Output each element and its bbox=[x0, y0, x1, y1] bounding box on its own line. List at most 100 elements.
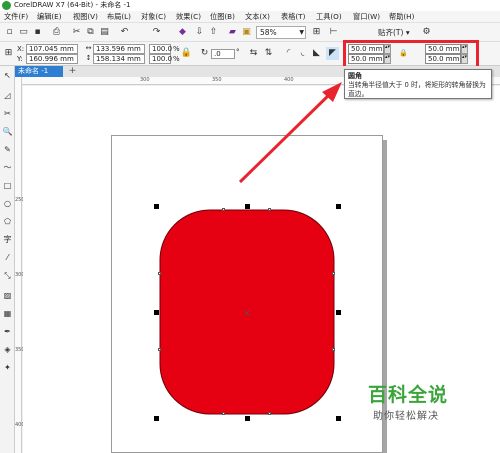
new-document-icon[interactable]: ▫ bbox=[3, 26, 16, 39]
crop-tool-icon[interactable]: ✂ bbox=[2, 108, 13, 119]
zoom-tool-icon[interactable]: 🔍 bbox=[2, 126, 13, 137]
shape-node[interactable] bbox=[268, 412, 271, 415]
rotation-angle-field[interactable]: .0 bbox=[211, 49, 235, 59]
zoom-level-value: 58% bbox=[260, 28, 277, 37]
rectangle-tool-icon[interactable]: □ bbox=[2, 180, 13, 191]
selection-handle[interactable] bbox=[245, 204, 250, 209]
show-rulers-icon[interactable]: ⊢ bbox=[327, 26, 340, 39]
shape-node[interactable] bbox=[332, 272, 335, 275]
chevron-down-icon: ▼ bbox=[299, 29, 304, 36]
shape-node[interactable] bbox=[222, 412, 225, 415]
selection-handle[interactable] bbox=[336, 204, 341, 209]
menu-table[interactable]: 表格(T) bbox=[281, 11, 305, 23]
selection-handle[interactable] bbox=[336, 416, 341, 421]
menu-file[interactable]: 文件(F) bbox=[4, 11, 28, 23]
menu-layout[interactable]: 布局(L) bbox=[107, 11, 131, 23]
eyedropper-tool-icon[interactable]: ✒ bbox=[2, 326, 13, 337]
scalloped-corner-icon[interactable]: ◟ bbox=[296, 47, 309, 60]
height-field[interactable]: 158.134 mm bbox=[93, 54, 145, 64]
smart-fill-tool-icon[interactable]: ✦ bbox=[2, 362, 13, 373]
menu-text[interactable]: 文本(X) bbox=[245, 11, 270, 23]
shape-node[interactable] bbox=[268, 208, 271, 211]
snap-to-label: 贴齐(T) bbox=[378, 28, 404, 37]
pick-tool-icon[interactable]: ↖ bbox=[2, 70, 13, 81]
y-position-field[interactable]: 160.996 mm bbox=[26, 54, 78, 64]
zoom-level-select[interactable]: 58% ▼ bbox=[256, 26, 306, 39]
shape-node[interactable] bbox=[222, 208, 225, 211]
menu-help[interactable]: 帮助(H) bbox=[389, 11, 414, 23]
x-position-field[interactable]: 107.045 mm bbox=[26, 44, 78, 54]
selection-handle[interactable] bbox=[154, 204, 159, 209]
shape-node[interactable] bbox=[158, 348, 161, 351]
corner-type-active-icon[interactable]: ◤ bbox=[326, 47, 339, 60]
cut-icon[interactable]: ✂ bbox=[70, 26, 83, 39]
menu-bar: 文件(F) 编辑(E) 视图(V) 布局(L) 对象(C) 效果(C) 位图(B… bbox=[0, 11, 500, 23]
ruler-tick-label: 300 bbox=[140, 77, 150, 83]
menu-window[interactable]: 窗口(W) bbox=[353, 11, 380, 23]
percent-label: % bbox=[173, 55, 180, 63]
corner-radius-tooltip: 圆角 当转角半径值大于 0 时，将矩形的转角替换为直边。 bbox=[344, 69, 492, 99]
scale-height-field[interactable]: 100.0 bbox=[149, 54, 172, 64]
shape-node[interactable] bbox=[158, 272, 161, 275]
save-icon[interactable]: ▪ bbox=[31, 26, 44, 39]
print-icon[interactable]: ⎙ bbox=[50, 26, 63, 39]
options-gear-icon[interactable]: ⚙ bbox=[420, 26, 433, 39]
percent-label: % bbox=[173, 45, 180, 53]
menu-tools[interactable]: 工具(O) bbox=[316, 11, 342, 23]
import-icon[interactable]: ⇩ bbox=[193, 26, 206, 39]
chamfered-corner-icon[interactable]: ◣ bbox=[310, 47, 323, 60]
freehand-tool-icon[interactable]: ✎ bbox=[2, 144, 13, 155]
selection-handle[interactable] bbox=[154, 310, 159, 315]
scale-width-field[interactable]: 100.0 bbox=[149, 44, 172, 54]
selection-handle[interactable] bbox=[336, 310, 341, 315]
ellipse-tool-icon[interactable]: ○ bbox=[2, 198, 13, 209]
document-tab[interactable]: 未命名 -1 bbox=[15, 66, 63, 77]
export-icon[interactable]: ⇧ bbox=[207, 26, 220, 39]
text-tool-icon[interactable]: 字 bbox=[2, 234, 13, 245]
full-screen-icon[interactable]: ⊞ bbox=[310, 26, 323, 39]
mirror-vertical-icon[interactable]: ⇅ bbox=[262, 47, 275, 60]
add-tab-icon[interactable]: + bbox=[67, 66, 78, 77]
mirror-horizontal-icon[interactable]: ⇆ bbox=[247, 47, 260, 60]
interactive-fill-tool-icon[interactable]: ◈ bbox=[2, 344, 13, 355]
menu-effects[interactable]: 效果(C) bbox=[176, 11, 201, 23]
menu-view[interactable]: 视图(V) bbox=[73, 11, 98, 23]
search-content-icon[interactable]: ◆ bbox=[176, 26, 189, 39]
artistic-media-tool-icon[interactable]: 〜 bbox=[2, 162, 13, 173]
undo-icon[interactable]: ↶ bbox=[118, 26, 131, 39]
polygon-tool-icon[interactable]: ⬠ bbox=[2, 216, 13, 227]
transparency-tool-icon[interactable]: ▦ bbox=[2, 308, 13, 319]
window-title: CorelDRAW X7 (64-Bit) - 未命名 -1 bbox=[14, 1, 131, 9]
menu-edit[interactable]: 编辑(E) bbox=[37, 11, 62, 23]
ruler-tick-label: 400 bbox=[284, 77, 294, 83]
y-label: Y: bbox=[17, 55, 23, 63]
launcher-icon[interactable]: ▣ bbox=[240, 26, 253, 39]
object-origin-icon[interactable]: ⊞ bbox=[2, 47, 15, 60]
degree-label: ° bbox=[236, 48, 240, 56]
redo-icon[interactable]: ↷ bbox=[150, 26, 163, 39]
watermark: 百科全说 助你轻松解决 bbox=[368, 380, 498, 425]
lock-ratio-icon[interactable]: 🔒 bbox=[180, 47, 193, 60]
copy-icon[interactable]: ⧉ bbox=[84, 26, 97, 39]
snap-to-button[interactable]: 贴齐(T) ▾ bbox=[378, 27, 410, 38]
ruler-tick-label: 350 bbox=[212, 77, 222, 83]
x-label: X: bbox=[17, 45, 25, 53]
vertical-ruler[interactable]: 250 300 350 400 bbox=[15, 77, 25, 453]
publish-pdf-icon[interactable]: ▰ bbox=[226, 26, 239, 39]
selection-handle[interactable] bbox=[154, 416, 159, 421]
round-corner-icon[interactable]: ◜ bbox=[282, 47, 295, 60]
open-folder-icon[interactable]: ▭ bbox=[17, 26, 30, 39]
connector-tool-icon[interactable]: ⤡ bbox=[2, 270, 13, 281]
menu-bitmaps[interactable]: 位图(B) bbox=[210, 11, 235, 23]
parallel-dimension-tool-icon[interactable]: ⁄ bbox=[2, 252, 13, 263]
drop-shadow-tool-icon[interactable]: ▨ bbox=[2, 290, 13, 301]
width-field[interactable]: 133.596 mm bbox=[93, 44, 145, 54]
toolbox: ↖ ◿ ✂ 🔍 ✎ 〜 □ ○ ⬠ 字 ⁄ ⤡ ▨ ▦ ✒ ◈ ✦ bbox=[0, 66, 15, 453]
paste-icon[interactable]: ▤ bbox=[98, 26, 111, 39]
coreldraw-logo-icon bbox=[2, 1, 11, 10]
selection-handle[interactable] bbox=[245, 416, 250, 421]
menu-object[interactable]: 对象(C) bbox=[141, 11, 166, 23]
shape-tool-icon[interactable]: ◿ bbox=[2, 90, 13, 101]
shape-node[interactable] bbox=[332, 348, 335, 351]
document-page[interactable] bbox=[111, 135, 383, 453]
